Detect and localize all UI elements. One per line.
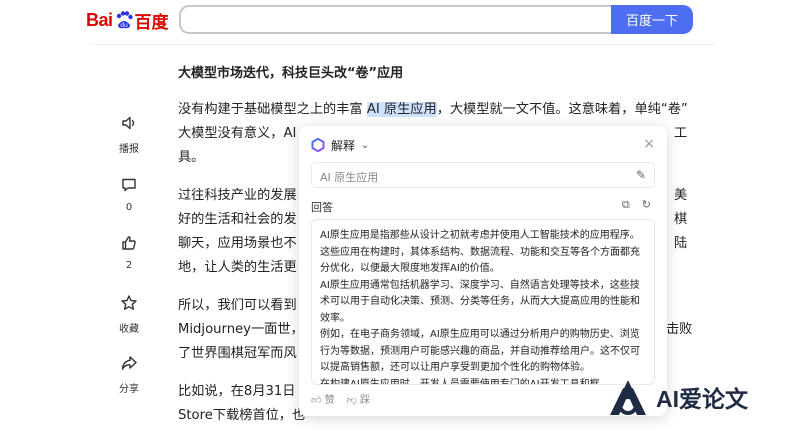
like-button[interactable]: 2 bbox=[106, 234, 152, 271]
broadcast-label: 播报 bbox=[119, 144, 139, 155]
paragraph-line: 过往科技产业的发展 bbox=[178, 188, 297, 203]
answer-paragraph: 例如，在电子商务领域，AI原生应用可以通过分析用户的购物历史、浏览行为等数据，预… bbox=[320, 329, 640, 373]
paragraph-line-tail: 陆 bbox=[674, 236, 688, 251]
watermark-logo-icon bbox=[610, 375, 646, 415]
text-span: ，大模型就一文不值。这意味着，单纯“卷” bbox=[436, 102, 688, 117]
comment-count: 0 bbox=[125, 202, 133, 213]
logo-text-bai: Bai bbox=[86, 9, 113, 30]
collect-label: 收藏 bbox=[119, 324, 139, 335]
baidu-logo[interactable]: Bai du 百度 bbox=[86, 6, 169, 34]
answer-box[interactable]: AI原生应用是指那些从设计之初就考虑并使用人工智能技术的应用程序。这些应用在构建… bbox=[311, 219, 655, 385]
svg-text:du: du bbox=[120, 22, 128, 29]
watermark: AI爱论文 bbox=[606, 372, 800, 422]
paragraph-line-tail: 美 bbox=[674, 188, 688, 203]
close-icon[interactable]: × bbox=[643, 136, 655, 152]
text-span: 没有构建于基础模型之上的丰富 bbox=[178, 102, 367, 117]
watermark-text: AI爱论文 bbox=[656, 386, 748, 412]
copy-icon[interactable]: ⧉ bbox=[622, 198, 630, 212]
share-label: 分享 bbox=[119, 384, 139, 395]
answer-label: 回答 bbox=[311, 201, 333, 214]
refresh-icon[interactable]: ↻ bbox=[642, 198, 651, 212]
paragraph-line: Midjourney一面世， bbox=[178, 322, 304, 337]
share-button[interactable]: 分享 bbox=[106, 354, 152, 395]
logo-text-du: 百度 bbox=[134, 12, 169, 33]
ai-assistant-icon bbox=[311, 138, 325, 152]
like-feedback-label: 赞 bbox=[324, 395, 335, 406]
like-count: 2 bbox=[125, 260, 133, 271]
paragraph-line: Store下载榜首位，也 bbox=[178, 408, 306, 423]
star-icon bbox=[121, 295, 137, 310]
thumbs-up-icon bbox=[122, 236, 136, 250]
paragraph-line: 所以，我们可以看到 bbox=[178, 298, 297, 313]
paragraph-line: 比如说，在8月31日 bbox=[178, 384, 296, 399]
chevron-down-icon[interactable]: ⌄ bbox=[361, 140, 369, 151]
query-text: AI 原生应用 bbox=[320, 171, 379, 184]
search-button[interactable]: 百度一下 bbox=[611, 5, 693, 34]
answer-paragraph: 在构建AI原生应用时，开发人员需要使用专门的AI开发工具和框 bbox=[320, 378, 600, 385]
collect-button[interactable]: 收藏 bbox=[106, 294, 152, 335]
popup-title: 解释 bbox=[331, 138, 356, 153]
paw-icon: du bbox=[116, 11, 133, 29]
top-bar: Bai du 百度 百度一下 bbox=[0, 0, 800, 44]
comment-icon bbox=[122, 178, 136, 192]
paragraph-line: 大模型没有意义，AI bbox=[178, 126, 297, 141]
popup-header[interactable]: 解释 ⌄ bbox=[311, 136, 369, 154]
paragraph-line: 了世界围棋冠军而风 bbox=[178, 346, 297, 361]
like-feedback-button[interactable]: 👍︎ 赞 bbox=[311, 391, 335, 406]
feedback-bar: 👍︎ 赞 👎︎ 踩 bbox=[311, 391, 370, 406]
paragraph-line: 具。 bbox=[178, 150, 205, 165]
thumbs-up-icon: 👍︎ bbox=[311, 395, 322, 406]
paragraph-line: 聊天，应用场景也不 bbox=[178, 236, 297, 251]
paragraph-line-tail: 棋 bbox=[674, 212, 688, 227]
article-title: 大模型市场迭代，科技巨头改“卷”应用 bbox=[178, 66, 404, 81]
dislike-feedback-label: 踩 bbox=[359, 395, 370, 406]
broadcast-button[interactable]: 播报 bbox=[106, 114, 152, 155]
search-input[interactable] bbox=[179, 5, 611, 34]
query-field[interactable]: AI 原生应用 ✎ bbox=[311, 162, 655, 188]
dislike-feedback-button[interactable]: 👎︎ 踩 bbox=[347, 391, 370, 406]
speaker-icon bbox=[122, 116, 135, 130]
paragraph-line-tail: 击败 bbox=[666, 322, 693, 337]
answer-tools: ⧉ ↻ bbox=[622, 198, 651, 212]
paragraph-line: 好的生活和社会的发 bbox=[178, 212, 297, 227]
paragraph-line-tail: 工 bbox=[674, 126, 688, 141]
divider bbox=[90, 44, 716, 45]
paragraph-line: 地，让人类的生活更 bbox=[178, 260, 297, 275]
thumbs-down-icon: 👎︎ bbox=[346, 395, 357, 406]
answer-paragraph: AI原生应用是指那些从设计之初就考虑并使用人工智能技术的应用程序。这些应用在构建… bbox=[320, 230, 640, 274]
comment-button[interactable]: 0 bbox=[106, 176, 152, 213]
edit-icon[interactable]: ✎ bbox=[636, 168, 646, 182]
highlighted-selection[interactable]: AI 原生应用 bbox=[366, 102, 437, 117]
share-icon bbox=[121, 356, 137, 370]
paragraph-line: 没有构建于基础模型之上的丰富 AI 原生应用，大模型就一文不值。这意味着，单纯“… bbox=[178, 98, 688, 122]
answer-paragraph: AI原生应用通常包括机器学习、深度学习、自然语言处理等技术，这些技术可以用于自动… bbox=[320, 279, 640, 324]
